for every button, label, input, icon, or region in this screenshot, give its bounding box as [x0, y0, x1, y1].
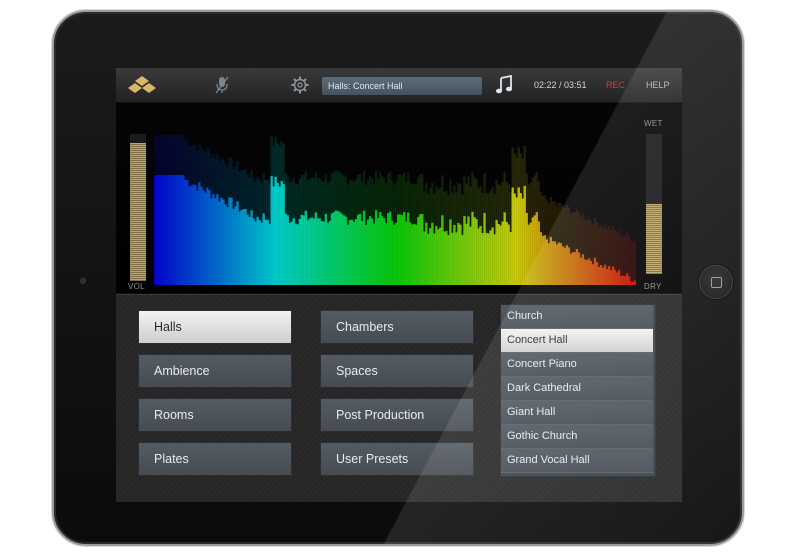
top-bar: Halls: Concert Hall 02:22 / 03:51 REC HE…	[116, 68, 682, 103]
category-button-spaces[interactable]: Spaces	[320, 354, 474, 388]
wet-dry-meter[interactable]	[646, 134, 662, 274]
preset-item-concert-hall[interactable]: Concert Hall	[501, 329, 653, 353]
preset-item-grand-vocal-hall[interactable]: Grand Vocal Hall	[501, 449, 653, 473]
preset-item-church[interactable]: Church	[501, 305, 653, 329]
playback-time: 02:22 / 03:51	[534, 80, 587, 90]
category-button-rooms[interactable]: Rooms	[138, 398, 292, 432]
music-note-icon[interactable]	[490, 68, 518, 102]
category-button-ambience[interactable]: Ambience	[138, 354, 292, 388]
dry-label: DRY	[644, 282, 662, 291]
preset-browser-panel: Halls Ambience Rooms Plates Chambers Spa…	[116, 294, 682, 502]
volume-meter-fill	[130, 142, 146, 281]
mic-off-icon[interactable]	[206, 68, 238, 102]
vol-label: VOL	[128, 282, 145, 291]
help-button[interactable]: HELP	[646, 68, 670, 102]
category-button-halls[interactable]: Halls	[138, 310, 292, 344]
home-square-icon	[711, 277, 722, 288]
category-button-post-production[interactable]: Post Production	[320, 398, 474, 432]
preset-list: Church Concert Hall Concert Piano Dark C…	[500, 304, 656, 477]
category-button-plates[interactable]: Plates	[138, 442, 292, 476]
wet-label: WET	[644, 119, 663, 128]
category-button-chambers[interactable]: Chambers	[320, 310, 474, 344]
category-button-user-presets[interactable]: User Presets	[320, 442, 474, 476]
volume-meter[interactable]	[130, 134, 146, 281]
home-button[interactable]	[699, 265, 733, 299]
camera	[80, 278, 86, 284]
logo-icon[interactable]	[126, 68, 158, 102]
preset-item-giant-hall[interactable]: Giant Hall	[501, 401, 653, 425]
preset-item-dark-cathedral[interactable]: Dark Cathedral	[501, 377, 653, 401]
ipad-device: Halls: Concert Hall 02:22 / 03:51 REC HE…	[52, 10, 744, 546]
spectrum-visualizer: VOL WET DRY	[116, 103, 682, 293]
wet-dry-meter-fill	[646, 204, 662, 274]
app-screen: Halls: Concert Hall 02:22 / 03:51 REC HE…	[116, 68, 682, 502]
preset-name-field[interactable]: Halls: Concert Hall	[322, 77, 482, 95]
gear-icon[interactable]	[284, 68, 316, 102]
preset-item-concert-piano[interactable]: Concert Piano	[501, 353, 653, 377]
rec-button[interactable]: REC	[606, 68, 625, 102]
spectrum-graph	[154, 135, 636, 285]
preset-item-gothic-church[interactable]: Gothic Church	[501, 425, 653, 449]
